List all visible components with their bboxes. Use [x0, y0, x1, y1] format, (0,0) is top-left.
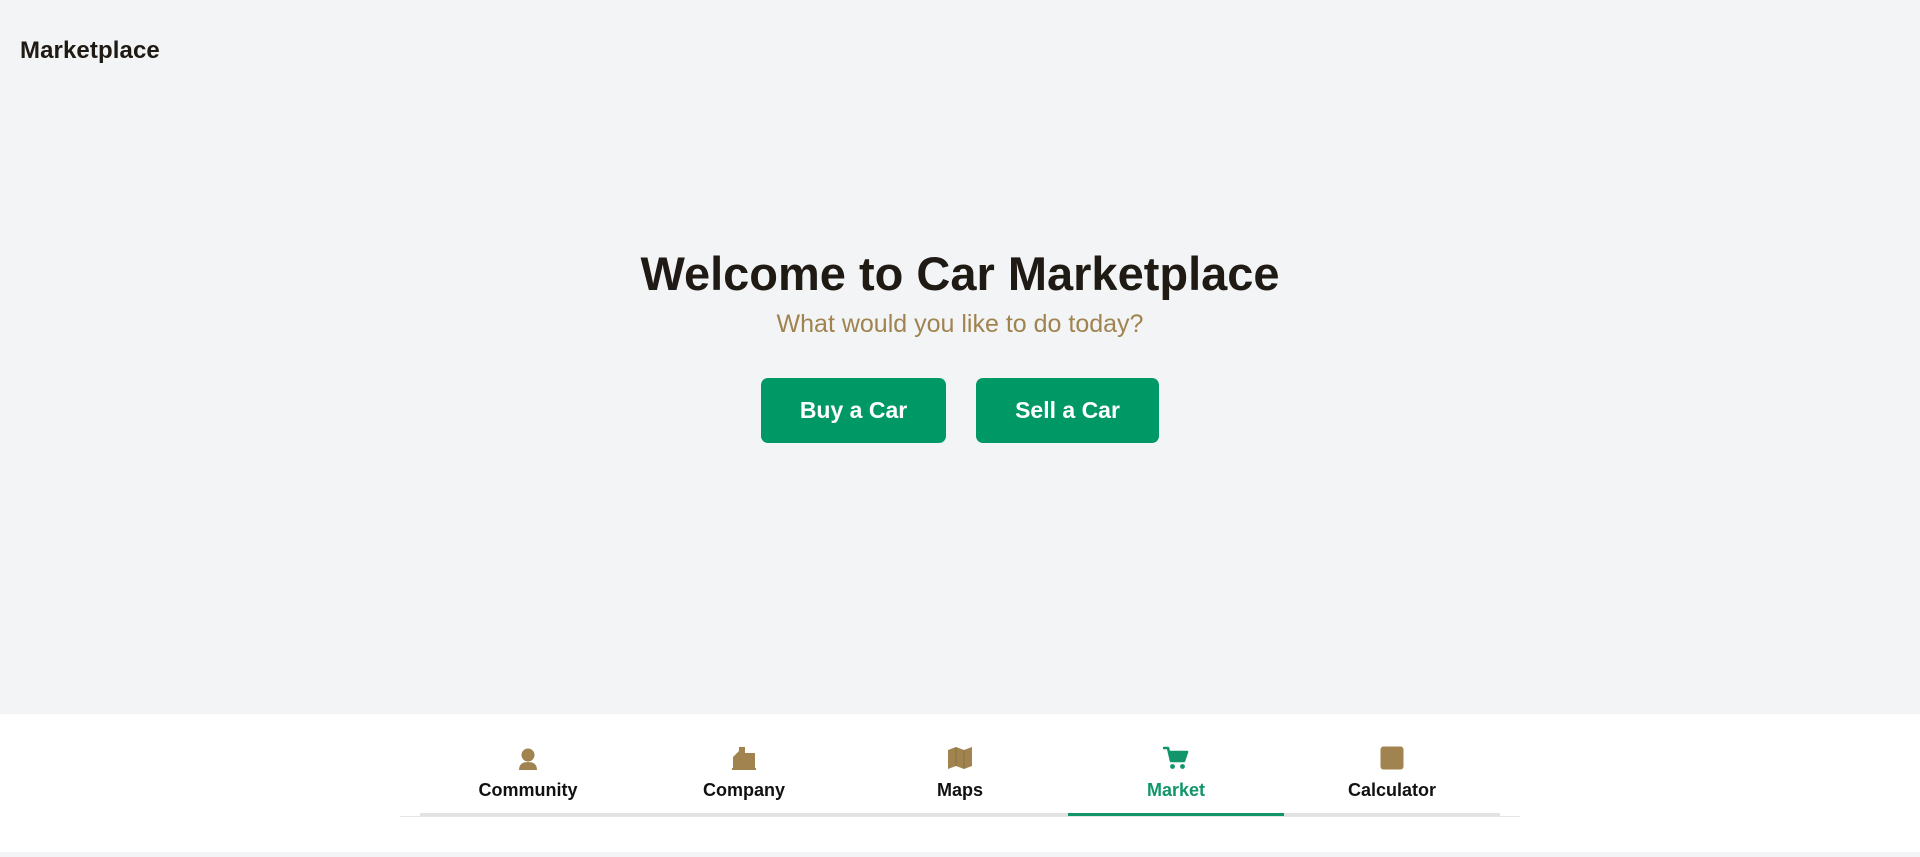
hero-section: Welcome to Car Marketplace What would yo…: [0, 246, 1920, 443]
buy-car-button[interactable]: Buy a Car: [761, 378, 946, 443]
sell-car-button[interactable]: Sell a Car: [976, 378, 1159, 443]
tab-maps[interactable]: Maps: [852, 714, 1068, 816]
app-title: Marketplace: [20, 37, 160, 64]
nav-divider: [400, 816, 1520, 817]
tab-label: Company: [702, 780, 785, 800]
hero-actions: Buy a Car Sell a Car: [0, 378, 1920, 443]
map-icon: [948, 747, 972, 769]
hero-title: Welcome to Car Marketplace: [640, 247, 1280, 300]
nav-tabs: Community Company Maps Market Calculator: [420, 714, 1500, 816]
tab-label: Market: [1146, 780, 1206, 800]
tab-community[interactable]: Community: [420, 714, 636, 816]
tab-company[interactable]: Company: [636, 714, 852, 816]
tab-calculator[interactable]: Calculator: [1284, 714, 1500, 816]
bottom-navigation: Community Company Maps Market Calculator: [0, 714, 1920, 852]
building-icon: [732, 747, 756, 770]
cart-icon: [1163, 746, 1189, 769]
page: Marketplace Welcome to Car Marketplace W…: [0, 0, 1920, 857]
tab-label: Calculator: [1347, 780, 1437, 800]
hero-subtitle: What would you like to do today?: [776, 310, 1144, 338]
tab-label: Maps: [936, 780, 983, 800]
tab-market[interactable]: Market: [1068, 714, 1284, 816]
calculator-icon: [1380, 746, 1404, 770]
person-icon: [519, 748, 537, 770]
tab-label: Community: [478, 780, 578, 800]
